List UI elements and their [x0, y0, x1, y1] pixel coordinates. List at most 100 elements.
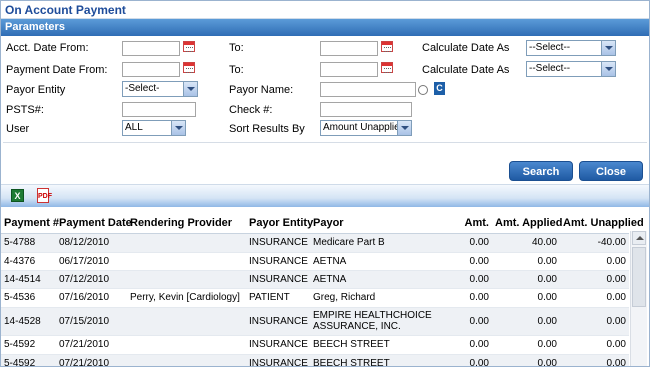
export-toolbar: X PDF — [1, 184, 649, 207]
amount-applied-cell: 0.00 — [492, 288, 560, 308]
divider — [3, 142, 647, 143]
window-title: On Account Payment — [1, 1, 649, 19]
calendar-icon[interactable] — [381, 41, 393, 52]
column-header[interactable]: Payor — [310, 213, 447, 234]
table-row[interactable]: 5-4592 07/21/2010 INSURANCE BEECH STREET… — [1, 335, 629, 355]
column-header[interactable]: Payor Entity — [246, 213, 313, 234]
amount-applied-cell: 40.00 — [492, 233, 560, 253]
payor-name-input[interactable] — [320, 82, 416, 97]
payment-date-cell: 08/12/2010 — [56, 233, 127, 253]
chevron-down-icon — [183, 82, 197, 96]
amount-unapplied-cell: 0.00 — [560, 270, 629, 289]
payor-entity-cell: INSURANCE — [246, 270, 310, 289]
calculate-date-selected: --Select-- — [529, 42, 571, 53]
psts-label: PSTS#: — [6, 104, 44, 116]
pdf-export-icon[interactable]: PDF — [37, 188, 52, 203]
check-number-input[interactable] — [320, 102, 412, 117]
payment-date-to-label: To: — [229, 64, 244, 76]
scroll-up-icon[interactable] — [632, 231, 646, 245]
payment-date-cell: 07/21/2010 — [56, 335, 127, 355]
payment-number-cell: 14-4528 — [1, 307, 56, 336]
payment-date-cell: 06/17/2010 — [56, 252, 127, 271]
payor-cell: BEECH STREET — [310, 335, 447, 355]
acct-date-from-label: Acct. Date From: — [6, 42, 89, 54]
payment-number-cell: 14-4514 — [1, 270, 56, 289]
payment-date-to-input[interactable] — [320, 62, 378, 77]
payor-entity-cell: PATIENT — [246, 288, 310, 308]
payment-number-cell: 5-4592 — [1, 354, 56, 366]
payment-date-from-input[interactable] — [122, 62, 180, 77]
payment-number-cell: 5-4592 — [1, 335, 56, 355]
column-header[interactable]: Amt. Applied — [492, 213, 562, 234]
amount-cell: 0.00 — [447, 354, 492, 366]
table-row[interactable]: 5-4592 07/21/2010 INSURANCE BEECH STREET… — [1, 354, 629, 366]
payor-entity-cell: INSURANCE — [246, 307, 310, 336]
user-selected: ALL — [125, 122, 143, 133]
sort-results-select[interactable]: Amount Unapplied — [320, 120, 412, 136]
payor-entity-cell: INSURANCE — [246, 354, 310, 366]
rendering-provider-cell — [127, 252, 246, 271]
table-row[interactable]: 5-4788 08/12/2010 INSURANCE Medicare Par… — [1, 233, 629, 253]
action-buttons: Search Close — [1, 158, 649, 184]
user-select[interactable]: ALL — [122, 120, 186, 136]
rendering-provider-cell — [127, 233, 246, 253]
close-button[interactable]: Close — [579, 161, 643, 181]
column-header[interactable]: Payment Date — [56, 213, 132, 234]
column-header[interactable]: Payment # — [1, 213, 59, 234]
c-button[interactable]: C — [434, 82, 445, 95]
rendering-provider-cell: Perry, Kevin [Cardiology] — [127, 288, 246, 308]
payment-number-cell: 5-4536 — [1, 288, 56, 308]
payment-date-from-label: Payment Date From: — [6, 64, 108, 76]
payor-name-label: Payor Name: — [229, 84, 294, 96]
payor-entity-cell: INSURANCE — [246, 252, 310, 271]
rendering-provider-cell — [127, 335, 246, 355]
sort-selected: Amount Unapplied — [323, 122, 406, 133]
payor-entity-cell: INSURANCE — [246, 335, 310, 355]
table-row[interactable]: 14-4514 07/12/2010 INSURANCE AETNA 0.00 … — [1, 270, 629, 289]
calculate-date-selected-2: --Select-- — [529, 63, 571, 74]
calculate-date-select-2[interactable]: --Select-- — [526, 61, 616, 77]
calculate-date-label: Calculate Date As — [422, 42, 510, 54]
payment-number-cell: 5-4788 — [1, 233, 56, 253]
calculate-date-select[interactable]: --Select-- — [526, 40, 616, 56]
amount-unapplied-cell: 0.00 — [560, 354, 629, 366]
calendar-icon[interactable] — [381, 62, 393, 73]
amount-cell: 0.00 — [447, 307, 492, 336]
table-row[interactable]: 5-4536 07/16/2010 Perry, Kevin [Cardiolo… — [1, 288, 629, 308]
payment-number-cell: 4-4376 — [1, 252, 56, 271]
calendar-icon[interactable] — [183, 62, 195, 73]
payment-date-cell: 07/21/2010 — [56, 354, 127, 366]
payment-date-cell: 07/12/2010 — [56, 270, 127, 289]
check-label: Check #: — [229, 104, 273, 116]
search-button[interactable]: Search — [509, 161, 573, 181]
scroll-thumb[interactable] — [632, 247, 646, 307]
amount-cell: 0.00 — [447, 270, 492, 289]
excel-export-icon[interactable]: X — [11, 189, 24, 202]
table-scrollbar[interactable] — [630, 231, 647, 366]
column-header[interactable]: Rendering Provider — [127, 213, 246, 234]
rendering-provider-cell — [127, 354, 246, 366]
on-account-payment-window: On Account Payment Parameters Acct. Date… — [0, 0, 650, 367]
calculate-date-label-2: Calculate Date As — [422, 64, 510, 76]
parameters-header: Parameters — [1, 19, 649, 36]
amount-applied-cell: 0.00 — [492, 354, 560, 366]
amount-applied-cell: 0.00 — [492, 307, 560, 336]
table-row[interactable]: 14-4528 07/15/2010 INSURANCE EMPIRE HEAL… — [1, 307, 629, 336]
amount-unapplied-cell: 0.00 — [560, 288, 629, 308]
psts-input[interactable] — [122, 102, 196, 117]
amount-unapplied-cell: -40.00 — [560, 233, 629, 253]
calendar-icon[interactable] — [183, 41, 195, 52]
payor-cell: AETNA — [310, 252, 447, 271]
amount-cell: 0.00 — [447, 288, 492, 308]
acct-date-to-input[interactable] — [320, 41, 378, 56]
column-header[interactable]: Amt. — [447, 213, 492, 234]
acct-date-from-input[interactable] — [122, 41, 180, 56]
payments-table: Payment # Payment Date Rendering Provide… — [1, 213, 644, 366]
amount-applied-cell: 0.00 — [492, 335, 560, 355]
amount-unapplied-cell: 0.00 — [560, 335, 629, 355]
table-row[interactable]: 4-4376 06/17/2010 INSURANCE AETNA 0.00 0… — [1, 252, 629, 271]
payor-entity-select[interactable]: -Select- — [122, 81, 198, 97]
column-header[interactable]: Amt. Unapplied — [560, 213, 644, 234]
payor-lookup-radio[interactable] — [418, 85, 428, 95]
payor-entity-cell: INSURANCE — [246, 233, 310, 253]
